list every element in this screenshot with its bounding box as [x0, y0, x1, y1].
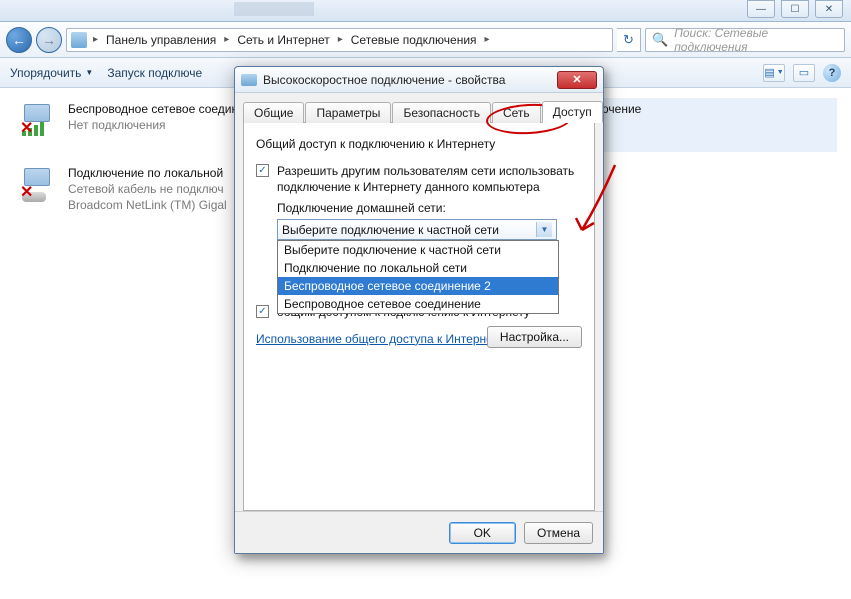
- group-title: Общий доступ к подключению к Интернету: [256, 137, 582, 151]
- breadcrumb-seg[interactable]: Панель управления: [104, 31, 218, 49]
- search-placeholder: Поиск: Сетевые подключения: [674, 26, 838, 54]
- chevron-down-icon: ▼: [536, 222, 552, 237]
- window-controls: — ☐ ✕: [747, 0, 843, 18]
- dialog-titlebar[interactable]: Высокоскоростное подключение - свойства …: [235, 67, 603, 93]
- view-mode-button[interactable]: ▤▼: [763, 64, 785, 82]
- dropdown-item[interactable]: Подключение по локальной сети: [278, 259, 558, 277]
- connection-status: Сетевой кабель не подключ: [68, 182, 227, 196]
- search-input[interactable]: 🔍 Поиск: Сетевые подключения: [645, 28, 845, 52]
- dropdown-item[interactable]: Беспроводное сетевое соединение 2: [278, 277, 558, 295]
- properties-dialog: Высокоскоростное подключение - свойства …: [234, 66, 604, 554]
- location-icon: [71, 32, 87, 48]
- wireless-icon: ✕: [18, 102, 58, 138]
- settings-button[interactable]: Настройка...: [487, 326, 582, 348]
- breadcrumb[interactable]: ▸ Панель управления ▸ Сеть и Интернет ▸ …: [66, 28, 613, 52]
- cancel-button[interactable]: Отмена: [524, 522, 593, 544]
- combo-dropdown: Выберите подключение к частной сети Подк…: [277, 240, 559, 314]
- nav-forward-button[interactable]: →: [36, 27, 62, 53]
- chevron-down-icon: ▼: [85, 68, 93, 77]
- dropdown-item[interactable]: Выберите подключение к частной сети: [278, 241, 558, 259]
- tab-panel-sharing: Общий доступ к подключению к Интернету ✓…: [243, 123, 595, 511]
- breadcrumb-seg[interactable]: Сетевые подключения: [349, 31, 479, 49]
- connection-device: Broadcom NetLink (TM) Gigal: [68, 198, 227, 212]
- dropdown-item[interactable]: Беспроводное сетевое соединение: [278, 295, 558, 313]
- home-network-combo[interactable]: Выберите подключение к частной сети ▼ Вы…: [277, 219, 557, 240]
- allow-sharing-checkbox[interactable]: ✓: [256, 164, 269, 177]
- close-button[interactable]: ✕: [815, 0, 843, 18]
- tab-security[interactable]: Безопасность: [392, 102, 491, 123]
- allow-sharing-label: Разрешить другим пользователям сети испо…: [277, 163, 582, 195]
- launch-connection-button[interactable]: Запуск подключе: [107, 66, 202, 80]
- connection-name: Подключение по локальной: [68, 166, 227, 180]
- ok-button[interactable]: OK: [449, 522, 516, 544]
- maximize-button[interactable]: ☐: [781, 0, 809, 18]
- home-network-label: Подключение домашней сети:: [277, 201, 582, 215]
- tab-strip: Общие Параметры Безопасность Сеть Доступ: [243, 99, 595, 123]
- details-pane-button[interactable]: ▭: [793, 64, 815, 82]
- dialog-close-button[interactable]: ✕: [557, 71, 597, 89]
- tab-sharing[interactable]: Доступ: [542, 101, 603, 123]
- dialog-footer: OK Отмена: [235, 511, 603, 553]
- help-button[interactable]: ?: [823, 64, 841, 82]
- titlebar-decoration: [234, 2, 314, 16]
- allow-sharing-row: ✓ Разрешить другим пользователям сети ис…: [256, 163, 582, 195]
- tab-network[interactable]: Сеть: [492, 102, 541, 123]
- organize-menu[interactable]: Упорядочить ▼: [10, 66, 93, 80]
- tab-options[interactable]: Параметры: [305, 102, 391, 123]
- breadcrumb-seg[interactable]: Сеть и Интернет: [235, 31, 331, 49]
- ethernet-icon: ✕: [18, 166, 58, 202]
- minimize-button[interactable]: —: [747, 0, 775, 18]
- tab-general[interactable]: Общие: [243, 102, 304, 123]
- chevron-right-icon: ▸: [220, 34, 233, 45]
- search-icon: 🔍: [652, 32, 668, 48]
- chevron-right-icon: ▸: [481, 34, 494, 45]
- chevron-right-icon: ▸: [89, 34, 102, 45]
- dialog-title: Высокоскоростное подключение - свойства: [263, 73, 551, 87]
- chevron-right-icon: ▸: [334, 34, 347, 45]
- window-titlebar: — ☐ ✕: [0, 0, 851, 22]
- organize-label: Упорядочить: [10, 66, 81, 80]
- address-bar: ← → ▸ Панель управления ▸ Сеть и Интерне…: [0, 22, 851, 58]
- allow-control-checkbox[interactable]: ✓: [256, 305, 269, 318]
- nav-back-button[interactable]: ←: [6, 27, 32, 53]
- launch-label: Запуск подключе: [107, 66, 202, 80]
- refresh-button[interactable]: ↻: [617, 28, 641, 52]
- combo-selected: Выберите подключение к частной сети: [282, 223, 536, 237]
- dialog-icon: [241, 74, 257, 86]
